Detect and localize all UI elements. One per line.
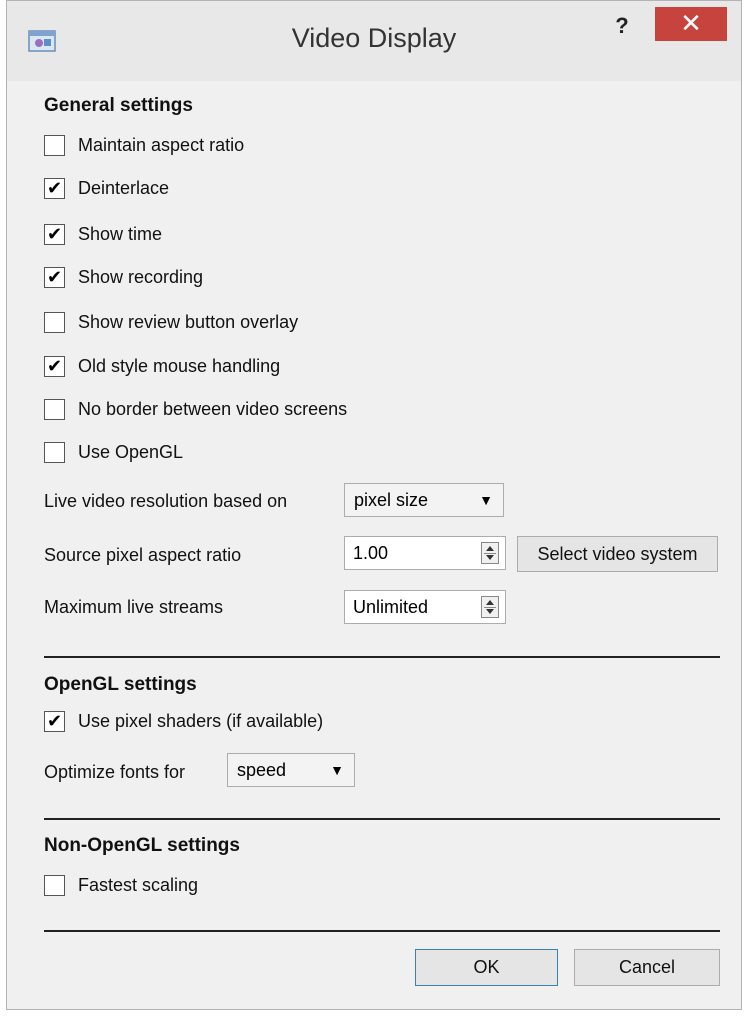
maintain-aspect-ratio-checkbox[interactable]: Maintain aspect ratio	[44, 135, 244, 156]
spinbox-value: 1.00	[353, 542, 389, 563]
dropdown-value: pixel size	[354, 489, 429, 510]
dialog-content: General settings Maintain aspect ratio ✔…	[7, 81, 741, 1009]
checkbox-label: Show time	[78, 224, 163, 244]
checkbox-box[interactable]: ✔	[44, 356, 65, 377]
show-review-button-overlay-checkbox[interactable]: Show review button overlay	[44, 312, 298, 333]
checkbox-label: Show recording	[78, 267, 204, 287]
use-pixel-shaders-checkbox[interactable]: ✔ Use pixel shaders (if available)	[44, 711, 323, 732]
ok-button[interactable]: OK	[415, 949, 558, 986]
checkbox-box[interactable]	[44, 312, 65, 333]
checkbox-label: Use OpenGL	[78, 442, 184, 462]
section-divider	[44, 656, 720, 658]
live-resolution-label: Live video resolution based on	[44, 491, 288, 511]
use-opengl-checkbox[interactable]: Use OpenGL	[44, 442, 183, 463]
optimize-fonts-label: Optimize fonts for	[44, 762, 186, 782]
general-settings-heading: General settings	[44, 95, 193, 116]
source-aspect-ratio-label: Source pixel aspect ratio	[44, 545, 242, 565]
dropdown-value: speed	[237, 759, 287, 780]
show-recording-checkbox[interactable]: ✔ Show recording	[44, 267, 203, 288]
cancel-button[interactable]: Cancel	[574, 949, 720, 986]
section-divider	[44, 818, 720, 820]
checkbox-box[interactable]: ✔	[44, 711, 65, 732]
aspect-ratio-spinbox[interactable]: 1.00	[344, 536, 506, 570]
checkbox-box[interactable]: ✔	[44, 267, 65, 288]
checkbox-label: Fastest scaling	[78, 875, 199, 895]
checkbox-box[interactable]	[44, 135, 65, 156]
help-button[interactable]: ?	[607, 15, 637, 45]
spin-arrows-icon[interactable]	[481, 596, 499, 618]
live-resolution-dropdown[interactable]: pixel size ▼	[344, 483, 504, 517]
spinbox-value: Unlimited	[353, 596, 429, 617]
checkbox-label: Maintain aspect ratio	[78, 135, 245, 155]
checkbox-box[interactable]	[44, 442, 65, 463]
checkbox-box[interactable]	[44, 875, 65, 896]
checkbox-box[interactable]: ✔	[44, 224, 65, 245]
dropdown-arrow-icon: ▼	[330, 762, 344, 778]
optimize-fonts-dropdown[interactable]: speed ▼	[227, 753, 355, 787]
checkbox-label: Use pixel shaders (if available)	[78, 711, 324, 731]
checkbox-label: No border between video screens	[78, 399, 348, 419]
select-video-system-button[interactable]: Select video system	[517, 536, 718, 572]
fastest-scaling-checkbox[interactable]: Fastest scaling	[44, 875, 198, 896]
title-bar: Video Display ? ✕	[7, 1, 741, 81]
checkbox-box[interactable]	[44, 399, 65, 420]
max-live-streams-label: Maximum live streams	[44, 597, 224, 617]
close-button[interactable]: ✕	[655, 7, 727, 41]
checkbox-label: Old style mouse handling	[78, 356, 281, 376]
section-divider	[44, 930, 720, 932]
non-opengl-settings-heading: Non-OpenGL settings	[44, 835, 240, 856]
spin-arrows-icon[interactable]	[481, 542, 499, 564]
opengl-settings-heading: OpenGL settings	[44, 674, 197, 695]
checkbox-label: Deinterlace	[78, 178, 170, 198]
old-style-mouse-handling-checkbox[interactable]: ✔ Old style mouse handling	[44, 356, 280, 377]
checkbox-label: Show review button overlay	[78, 312, 299, 332]
no-border-between-screens-checkbox[interactable]: No border between video screens	[44, 399, 347, 420]
dropdown-arrow-icon: ▼	[479, 492, 493, 508]
show-time-checkbox[interactable]: ✔ Show time	[44, 224, 162, 245]
max-streams-spinbox[interactable]: Unlimited	[344, 590, 506, 624]
deinterlace-checkbox[interactable]: ✔ Deinterlace	[44, 178, 169, 199]
checkbox-box[interactable]: ✔	[44, 178, 65, 199]
video-display-dialog: Video Display ? ✕ General settings Maint…	[6, 0, 742, 1010]
